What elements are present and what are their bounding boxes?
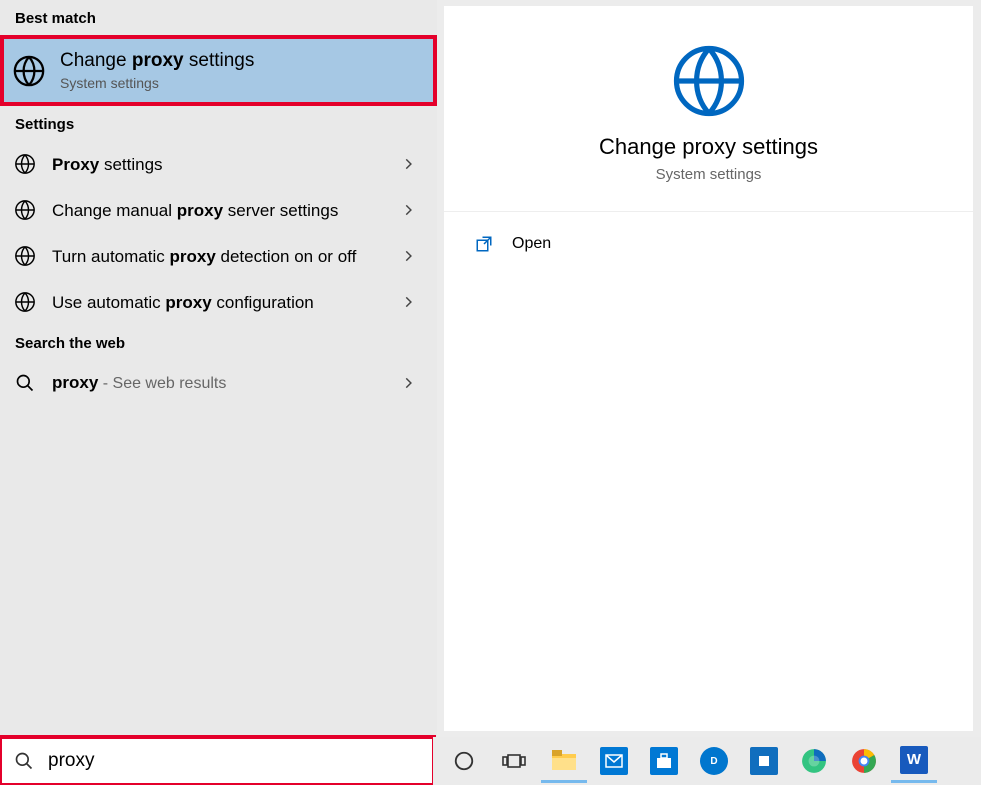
web-result-title: proxy - See web results [52, 373, 226, 392]
result-title: Proxy settings [52, 155, 163, 174]
globe-icon [12, 289, 38, 315]
taskbar-cortana[interactable] [441, 741, 487, 781]
search-icon [12, 370, 38, 396]
settings-result-2[interactable]: Turn automatic proxy detection on or off [0, 233, 437, 279]
globe-icon [12, 197, 38, 223]
chevron-right-icon [401, 376, 415, 390]
taskbar-task-view[interactable] [491, 741, 537, 781]
search-input[interactable] [46, 749, 419, 773]
taskbar-store[interactable] [641, 741, 687, 781]
settings-result-3[interactable]: Use automatic proxy configuration [0, 279, 437, 325]
taskbar: D W [433, 737, 981, 785]
taskbar-chrome[interactable] [841, 741, 887, 781]
globe-icon [12, 243, 38, 269]
preview-subtitle: System settings [656, 166, 762, 183]
taskbar-edge[interactable] [791, 741, 837, 781]
web-section-header: Search the web [0, 325, 437, 360]
preview-title: Change proxy settings [599, 134, 818, 160]
result-title: Turn automatic proxy detection on or off [52, 247, 356, 266]
preview-action-label: Open [512, 235, 551, 253]
result-title: Use automatic proxy configuration [52, 293, 314, 312]
open-icon [474, 234, 494, 254]
chevron-right-icon [401, 249, 415, 263]
globe-icon [12, 151, 38, 177]
best-match-result-change-proxy-settings[interactable]: Change proxy settings System settings [0, 35, 437, 106]
chevron-right-icon [401, 157, 415, 171]
settings-result-1[interactable]: Change manual proxy server settings [0, 187, 437, 233]
web-result-proxy[interactable]: proxy - See web results [0, 360, 437, 406]
best-match-section-header: Best match [0, 0, 437, 35]
result-subtitle: System settings [60, 75, 425, 93]
taskbar-dell[interactable]: D [691, 741, 737, 781]
search-preview-panel: Change proxy settings System settings Op… [444, 6, 973, 731]
start-search-bar[interactable] [0, 737, 433, 785]
settings-result-0[interactable]: Proxy settings [0, 141, 437, 187]
globe-icon [12, 54, 46, 88]
taskbar-word[interactable]: W [891, 740, 937, 783]
result-title: Change manual proxy server settings [52, 201, 338, 220]
preview-hero: Change proxy settings System settings [444, 6, 973, 212]
taskbar-app-blue[interactable] [741, 741, 787, 781]
taskbar-mail[interactable] [591, 741, 637, 781]
globe-icon [670, 42, 748, 120]
chevron-right-icon [401, 295, 415, 309]
search-icon [14, 751, 34, 771]
chevron-right-icon [401, 203, 415, 217]
preview-action-open[interactable]: Open [444, 212, 973, 276]
start-search-results-panel: Best match Change proxy settings System … [0, 0, 437, 737]
taskbar-file-explorer[interactable] [541, 740, 587, 783]
result-title: Change proxy settings [60, 50, 254, 71]
settings-section-header: Settings [0, 106, 437, 141]
